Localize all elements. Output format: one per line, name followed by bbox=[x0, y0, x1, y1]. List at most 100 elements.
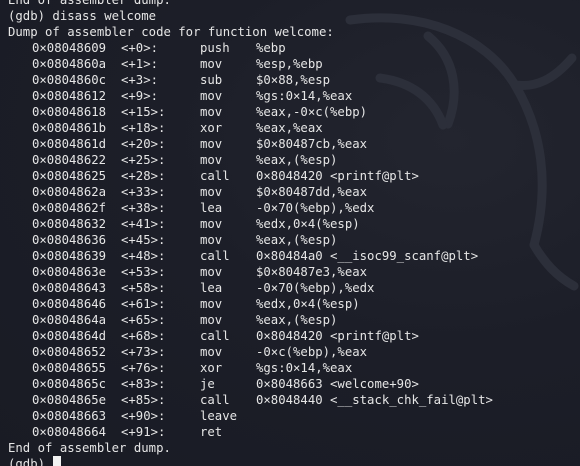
instruction-operands: %eax,-0×c(%ebp) bbox=[256, 105, 368, 119]
instruction-address: 0×0804862a bbox=[32, 185, 107, 199]
instruction-offset: <+18>: bbox=[121, 121, 166, 135]
instruction-offset: <+85>: bbox=[121, 393, 166, 407]
instruction-line: 0×0804862f <+38>: lea -0×70(%ebp),%edx bbox=[8, 200, 580, 216]
instruction-operands: -0×c(%ebp),%eax bbox=[256, 345, 368, 359]
instruction-mnemonic: leave bbox=[200, 409, 238, 423]
instruction-mnemonic: mov bbox=[200, 217, 223, 231]
instruction-mnemonic: mov bbox=[200, 57, 223, 71]
instruction-mnemonic: sub bbox=[200, 73, 223, 87]
instruction-line: 0×0804862a <+33>: mov $0×80487dd,%eax bbox=[8, 184, 580, 200]
instruction-operands: %eax,(%esp) bbox=[256, 313, 338, 327]
instruction-operands: $0×88,%esp bbox=[256, 73, 331, 87]
instruction-offset: <+28>: bbox=[121, 169, 166, 183]
instruction-address: 0×0804861d bbox=[32, 137, 107, 151]
instruction-mnemonic: mov bbox=[200, 297, 223, 311]
instruction-mnemonic: mov bbox=[200, 265, 223, 279]
instruction-mnemonic: ret bbox=[200, 425, 223, 439]
instruction-address: 0×08048609 bbox=[32, 41, 107, 55]
instruction-mnemonic: call bbox=[200, 249, 230, 263]
instruction-line: 0×08048663 <+90>: leave bbox=[8, 408, 580, 424]
instruction-offset: <+83>: bbox=[121, 377, 166, 391]
instruction-mnemonic: mov bbox=[200, 233, 223, 247]
instruction-address: 0×0804865e bbox=[32, 393, 107, 407]
instruction-offset: <+58>: bbox=[121, 281, 166, 295]
instruction-address: 0×08048664 bbox=[32, 425, 107, 439]
instruction-mnemonic: call bbox=[200, 393, 230, 407]
instruction-offset: <+45>: bbox=[121, 233, 166, 247]
instruction-address: 0×08048655 bbox=[32, 361, 107, 375]
instruction-address: 0×0804865c bbox=[32, 377, 107, 391]
instruction-operands: %gs:0×14,%eax bbox=[256, 361, 353, 375]
instruction-mnemonic: mov bbox=[200, 89, 223, 103]
instruction-operands: %eax,(%esp) bbox=[256, 233, 338, 247]
gdb-command-line: (gdb) disass welcome bbox=[8, 9, 157, 23]
instruction-offset: <+33>: bbox=[121, 185, 166, 199]
instruction-operands: 0×8048420 <printf@plt> bbox=[256, 329, 419, 343]
dump-footer-text: End of assembler dump. bbox=[8, 441, 171, 455]
instruction-line: 0×08048655 <+76>: xor %gs:0×14,%eax bbox=[8, 360, 580, 376]
instruction-offset: <+65>: bbox=[121, 313, 166, 327]
instruction-offset: <+38>: bbox=[121, 201, 166, 215]
instruction-line: 0×08048636 <+45>: mov %eax,(%esp) bbox=[8, 232, 580, 248]
instruction-line: 0×0804865e <+85>: call 0×8048440 <__stac… bbox=[8, 392, 580, 408]
instruction-mnemonic: mov bbox=[200, 313, 223, 327]
instruction-offset: <+73>: bbox=[121, 345, 166, 359]
instruction-mnemonic: call bbox=[200, 329, 230, 343]
instruction-offset: <+0>: bbox=[121, 41, 159, 55]
instruction-offset: <+1>: bbox=[121, 57, 159, 71]
instruction-mnemonic: push bbox=[200, 41, 230, 55]
instruction-operands: -0×70(%ebp),%edx bbox=[256, 281, 375, 295]
gdb-prompt-line[interactable]: (gdb) bbox=[8, 456, 580, 466]
instruction-address: 0×0804861b bbox=[32, 121, 107, 135]
instruction-address: 0×0804860c bbox=[32, 73, 107, 87]
instruction-address: 0×08048663 bbox=[32, 409, 107, 423]
instruction-offset: <+53>: bbox=[121, 265, 166, 279]
instruction-offset: <+61>: bbox=[121, 297, 166, 311]
instruction-address: 0×0804860a bbox=[32, 57, 107, 71]
instruction-line: 0×08048639 <+48>: call 0×80484a0 <__isoc… bbox=[8, 248, 580, 264]
instruction-line: 0×08048643 <+58>: lea -0×70(%ebp),%edx bbox=[8, 280, 580, 296]
instruction-offset: <+15>: bbox=[121, 105, 166, 119]
instruction-line: 0×08048646 <+61>: mov %edx,0×4(%esp) bbox=[8, 296, 580, 312]
instruction-mnemonic: call bbox=[200, 169, 230, 183]
instruction-mnemonic: mov bbox=[200, 105, 223, 119]
instruction-line: 0×0804861d <+20>: mov $0×80487cb,%eax bbox=[8, 136, 580, 152]
instruction-mnemonic: lea bbox=[200, 201, 223, 215]
instruction-address: 0×0804864d bbox=[32, 329, 107, 343]
instruction-line: 0×0804860c <+3>: sub $0×88,%esp bbox=[8, 72, 580, 88]
instruction-mnemonic: je bbox=[200, 377, 215, 391]
instruction-operands: %esp,%ebp bbox=[256, 57, 323, 71]
instruction-offset: <+48>: bbox=[121, 249, 166, 263]
instruction-offset: <+41>: bbox=[121, 217, 166, 231]
instruction-operands: $0×80487e3,%eax bbox=[256, 265, 368, 279]
instruction-mnemonic: mov bbox=[200, 137, 223, 151]
instruction-operands: -0×70(%ebp),%edx bbox=[256, 201, 375, 215]
instruction-mnemonic: xor bbox=[200, 361, 223, 375]
terminal-window[interactable]: End of assembler dump. (gdb) disass welc… bbox=[0, 0, 580, 466]
instruction-address: 0×08048622 bbox=[32, 153, 107, 167]
dump-header-text: Dump of assembler code for function welc… bbox=[8, 25, 334, 39]
instruction-operands: 0×8048420 <printf@plt> bbox=[256, 169, 419, 183]
text-cursor[interactable] bbox=[53, 456, 62, 466]
instruction-line: 0×08048622 <+25>: mov %eax,(%esp) bbox=[8, 152, 580, 168]
instruction-line: 0×08048625 <+28>: call 0×8048420 <printf… bbox=[8, 168, 580, 184]
instruction-offset: <+3>: bbox=[121, 73, 159, 87]
instruction-address: 0×08048625 bbox=[32, 169, 107, 183]
instruction-operands: %eax,(%esp) bbox=[256, 153, 338, 167]
instruction-line: 0×08048652 <+73>: mov -0×c(%ebp),%eax bbox=[8, 344, 580, 360]
instruction-offset: <+9>: bbox=[121, 89, 159, 103]
instruction-mnemonic: mov bbox=[200, 185, 223, 199]
previous-dump-end-text: End of assembler dump. bbox=[8, 0, 171, 7]
instruction-mnemonic: xor bbox=[200, 121, 223, 135]
instruction-line: 0×08048612 <+9>: mov %gs:0×14,%eax bbox=[8, 88, 580, 104]
instruction-line: 0×0804860a <+1>: mov %esp,%ebp bbox=[8, 56, 580, 72]
instruction-operands: 0×8048663 <welcome+90> bbox=[256, 377, 419, 391]
instruction-mnemonic: mov bbox=[200, 345, 223, 359]
instruction-address: 0×0804864a bbox=[32, 313, 107, 327]
instruction-line: 0×08048609 <+0>: push %ebp bbox=[8, 40, 580, 56]
instruction-offset: <+90>: bbox=[121, 409, 166, 423]
instruction-address: 0×08048643 bbox=[32, 281, 107, 295]
instruction-operands: 0×8048440 <__stack_chk_fail@plt> bbox=[256, 393, 493, 407]
instruction-offset: <+76>: bbox=[121, 361, 166, 375]
instruction-operands: %gs:0×14,%eax bbox=[256, 89, 353, 103]
